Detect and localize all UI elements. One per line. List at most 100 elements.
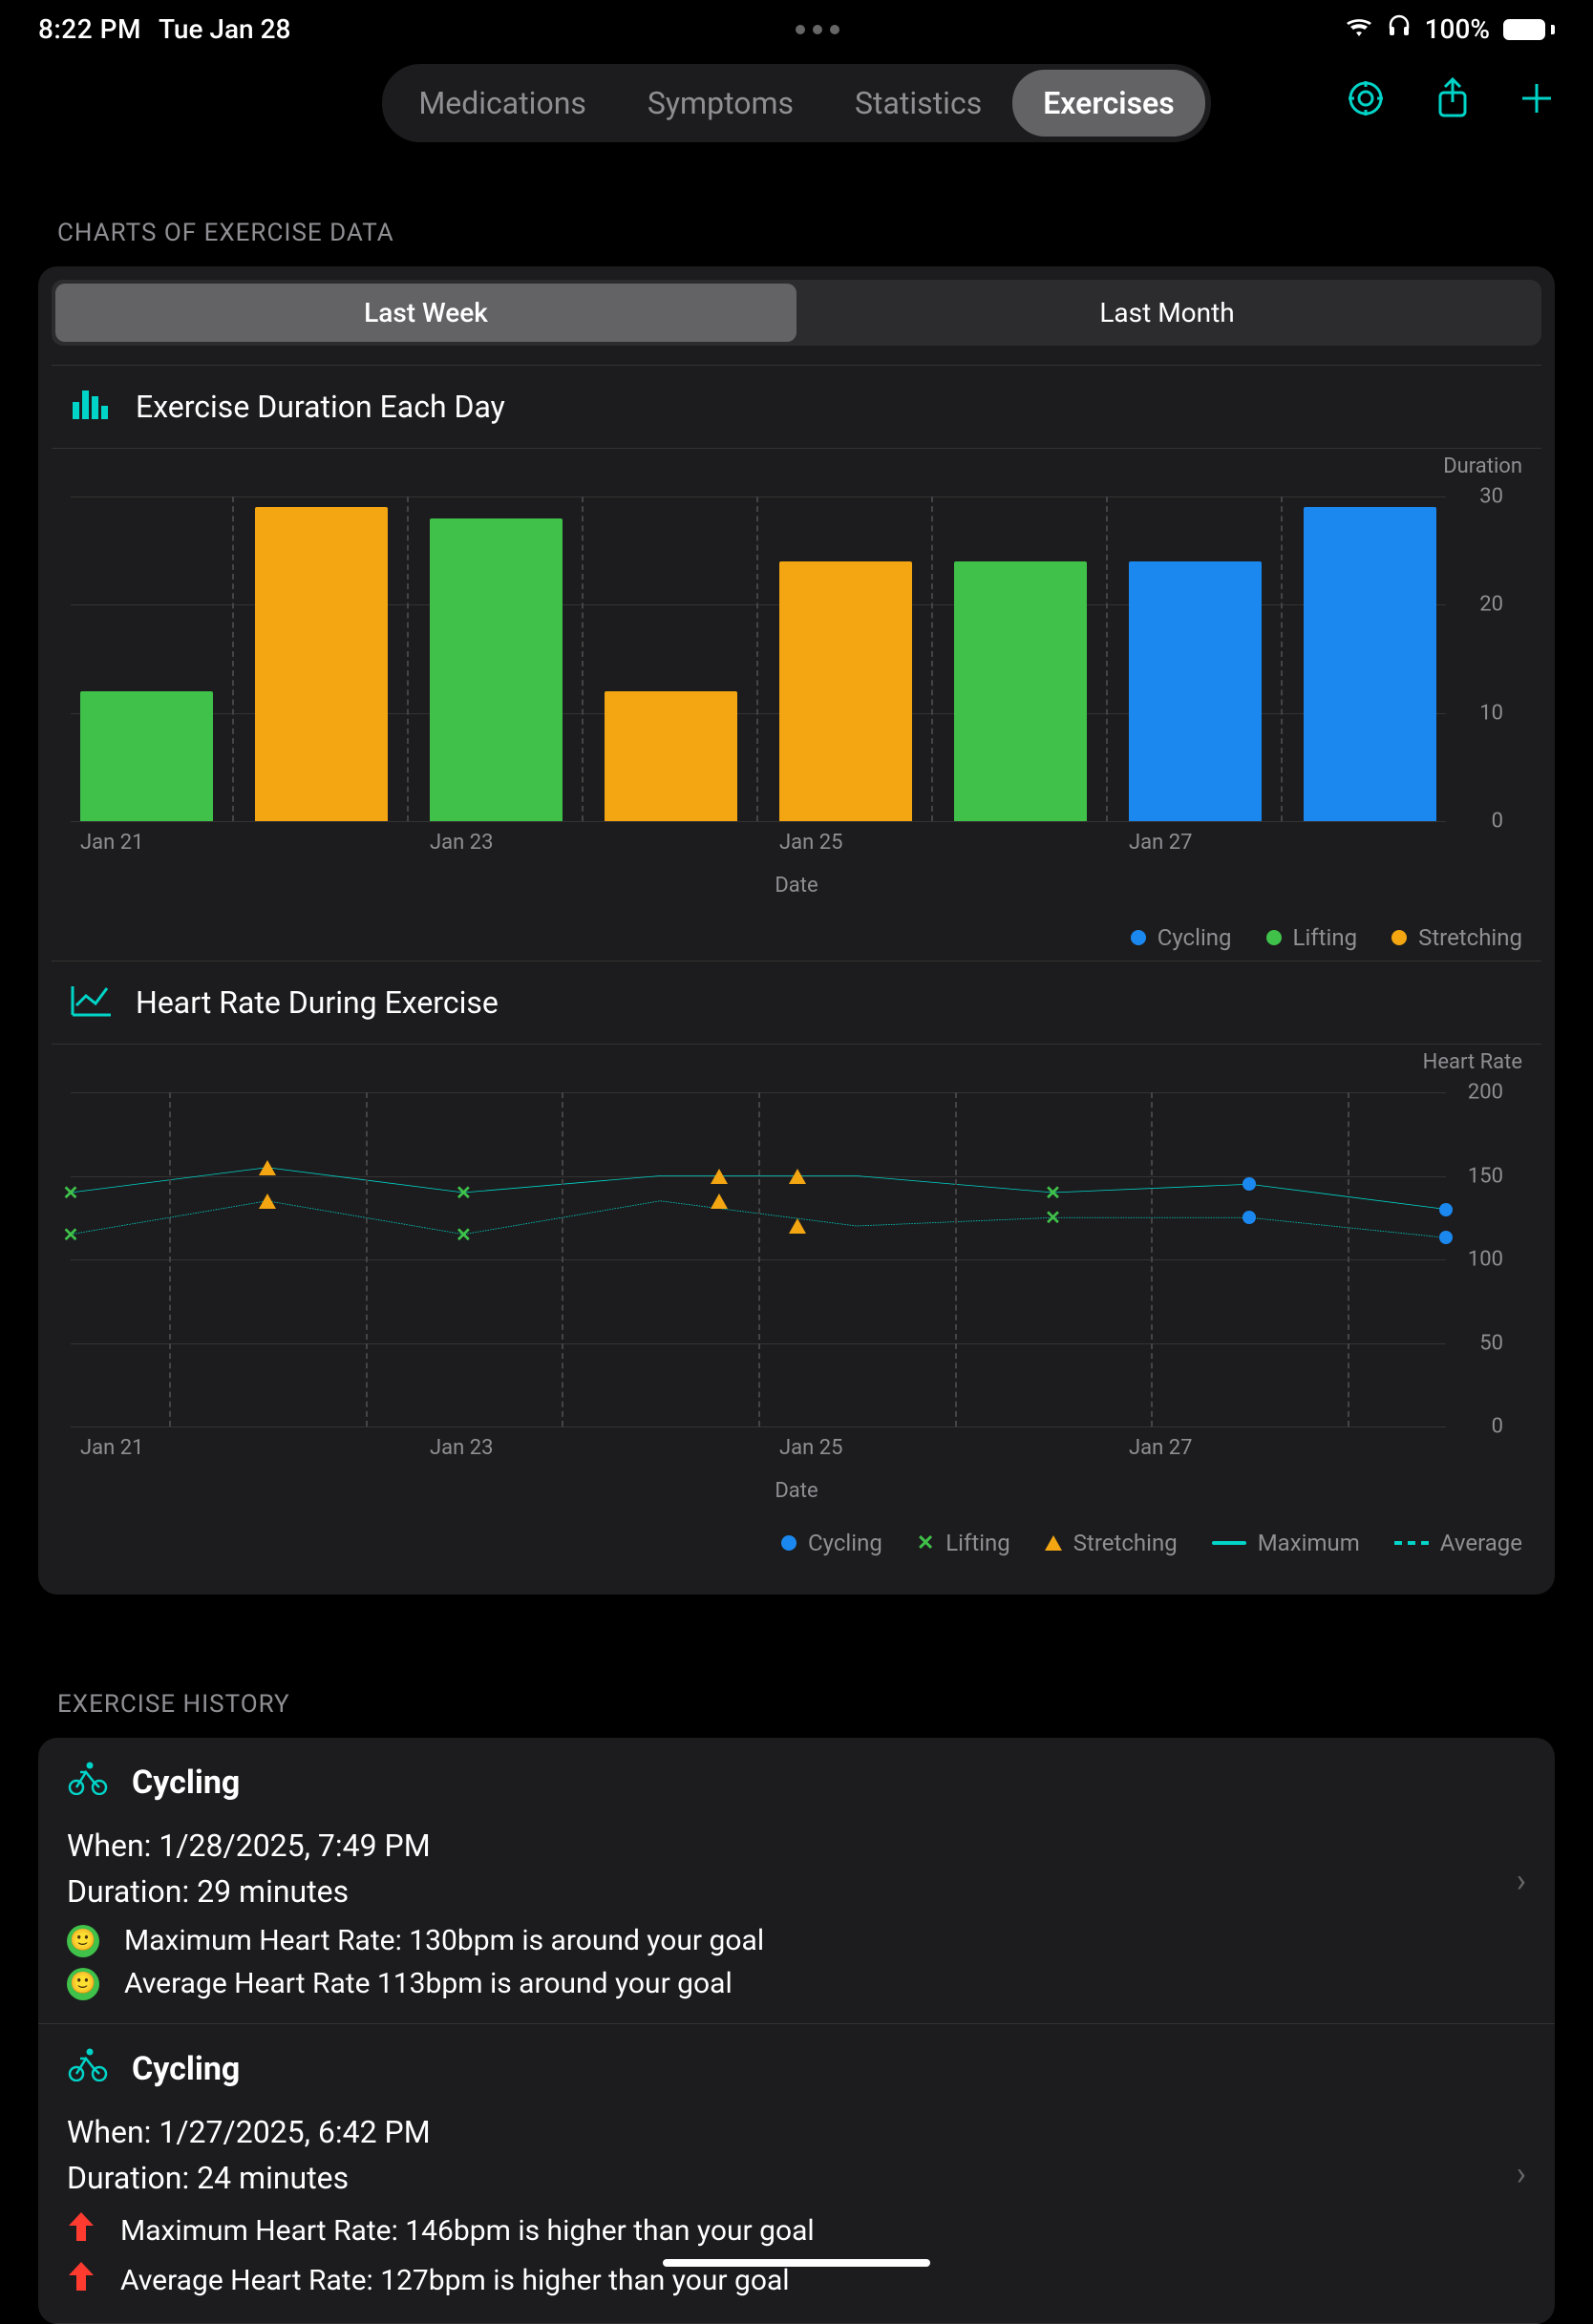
bar-Jan-28	[1304, 507, 1436, 821]
status-time: 8:22 PM	[38, 13, 141, 45]
line-chart-ylabel: Heart Rate	[1423, 1050, 1522, 1074]
headphones-icon	[1387, 13, 1412, 45]
nav-row: Medications Symptoms Statistics Exercise…	[0, 54, 1593, 161]
line-chart: Heart Rate 050100150200✕✕✕✕✕✕ Jan 21.Jan…	[52, 1044, 1541, 1566]
tab-statistics[interactable]: Statistics	[824, 70, 1012, 137]
line-chart-xlabel: Date	[52, 1479, 1541, 1503]
multitask-dots-icon[interactable]	[796, 25, 839, 34]
marker-stretching	[789, 1218, 806, 1234]
bar-chart-header: Exercise Duration Each Day	[52, 365, 1541, 448]
legend-item: Average	[1394, 1530, 1522, 1556]
marker-cycling	[1243, 1177, 1256, 1191]
status-bar: 8:22 PM Tue Jan 28 100%	[0, 0, 1593, 54]
marker-lifting: ✕	[456, 1223, 472, 1246]
bar-chart-title: Exercise Duration Each Day	[136, 389, 505, 425]
history-duration: Duration: 24 minutes	[67, 2155, 1526, 2201]
history-avg-hr: Average Heart Rate: 127bpm is higher tha…	[120, 2264, 790, 2297]
history-when: When: 1/27/2025, 6:42 PM	[67, 2109, 1526, 2155]
settings-gear-icon[interactable]	[1345, 77, 1387, 129]
home-indicator[interactable]	[663, 2259, 930, 2267]
charts-section-label: CHARTS OF EXERCISE DATA	[0, 161, 1593, 266]
bar-Jan-25	[779, 561, 912, 821]
y-tick: 100	[1468, 1248, 1503, 1272]
marker-lifting: ✕	[456, 1181, 472, 1204]
history-max-hr: Maximum Heart Rate: 146bpm is higher tha…	[120, 2214, 815, 2248]
legend-item: Cycling	[781, 1530, 882, 1556]
chevron-right-icon: ›	[1517, 2155, 1526, 2193]
y-tick: 150	[1468, 1164, 1503, 1188]
tab-exercises[interactable]: Exercises	[1012, 70, 1204, 137]
x-tick: Jan 27	[1129, 1436, 1262, 1460]
range-segmented: Last Week Last Month	[52, 280, 1541, 346]
legend-item: Maximum	[1212, 1530, 1360, 1556]
bar-Jan-21	[80, 691, 213, 821]
legend-item: ✕Lifting	[917, 1530, 1010, 1556]
y-tick: 10	[1479, 701, 1503, 725]
history-duration: Duration: 29 minutes	[67, 1869, 1526, 1914]
y-tick: 200	[1468, 1081, 1503, 1105]
y-tick: 20	[1479, 593, 1503, 617]
x-tick: Jan 25	[779, 1436, 912, 1460]
bar-Jan-26	[954, 561, 1087, 821]
x-tick: Jan 23	[430, 831, 563, 855]
history-avg-hr: Average Heart Rate 113bpm is around your…	[124, 1967, 733, 2000]
up-arrow-icon	[67, 2210, 96, 2250]
bar-chart-ylabel: Duration	[1443, 454, 1522, 478]
tab-symptoms[interactable]: Symptoms	[617, 70, 824, 137]
x-tick: Jan 21	[80, 1436, 213, 1460]
cycling-icon	[67, 1761, 109, 1804]
smile-face-icon: 🙂	[67, 1968, 99, 2000]
history-item[interactable]: Cycling When: 1/28/2025, 7:49 PMDuration:…	[38, 1738, 1555, 2024]
marker-stretching	[789, 1169, 806, 1184]
history-max-hr: Maximum Heart Rate: 130bpm is around you…	[124, 1924, 764, 1957]
marker-stretching	[711, 1169, 728, 1184]
history-type: Cycling	[132, 1764, 240, 1802]
status-date: Tue Jan 28	[159, 13, 290, 45]
battery-percent: 100%	[1425, 13, 1490, 45]
tab-medications[interactable]: Medications	[388, 70, 617, 137]
x-tick: Jan 23	[430, 1436, 563, 1460]
battery-icon	[1503, 19, 1555, 40]
bar-chart: Duration 0102030 Jan 21.Jan 23.Jan 25.Ja…	[52, 448, 1541, 961]
cycling-icon	[67, 2047, 109, 2090]
history-card: CyclingWhen: 1/28/2025, 7:49 PMDuration:…	[38, 1738, 1555, 2324]
range-last-week[interactable]: Last Week	[55, 284, 796, 342]
category-tabs: Medications Symptoms Statistics Exercise…	[382, 64, 1210, 142]
add-icon[interactable]	[1519, 80, 1555, 126]
history-section-label: EXERCISE HISTORY	[0, 1633, 1593, 1738]
marker-cycling	[1439, 1203, 1453, 1216]
marker-lifting: ✕	[63, 1223, 79, 1246]
charts-card: Last Week Last Month Exercise Duration E…	[38, 266, 1555, 1595]
y-tick: 50	[1479, 1331, 1503, 1355]
history-type: Cycling	[132, 2050, 240, 2088]
x-tick: Jan 25	[779, 831, 912, 855]
marker-cycling	[1243, 1211, 1256, 1224]
bar-Jan-24	[605, 691, 737, 821]
smile-face-icon: 🙂	[67, 1925, 99, 1957]
line-chart-icon	[71, 984, 111, 1021]
share-icon[interactable]	[1434, 77, 1471, 129]
x-tick: Jan 21	[80, 831, 213, 855]
legend-item: Cycling	[1131, 924, 1232, 951]
chevron-right-icon: ›	[1517, 1862, 1526, 1900]
bar-Jan-27	[1129, 561, 1262, 821]
bar-chart-xlabel: Date	[52, 874, 1541, 898]
history-item[interactable]: Cycling When: 1/27/2025, 6:42 PMDuration:…	[38, 2024, 1555, 2324]
y-tick: 0	[1492, 1415, 1503, 1439]
legend-item: Stretching	[1391, 924, 1522, 951]
legend-item: Lifting	[1266, 924, 1358, 951]
legend-item: Stretching	[1045, 1530, 1178, 1556]
marker-lifting: ✕	[1045, 1206, 1061, 1229]
bar-chart-icon	[71, 389, 111, 425]
x-tick: Jan 27	[1129, 831, 1262, 855]
y-tick: 0	[1492, 810, 1503, 834]
marker-stretching	[259, 1160, 276, 1175]
bar-Jan-22	[255, 507, 388, 821]
up-arrow-icon	[67, 2260, 96, 2300]
marker-stretching	[711, 1194, 728, 1209]
y-tick: 30	[1479, 485, 1503, 509]
line-chart-header: Heart Rate During Exercise	[52, 961, 1541, 1044]
range-last-month[interactable]: Last Month	[796, 284, 1538, 342]
history-when: When: 1/28/2025, 7:49 PM	[67, 1823, 1526, 1869]
marker-cycling	[1439, 1231, 1453, 1244]
